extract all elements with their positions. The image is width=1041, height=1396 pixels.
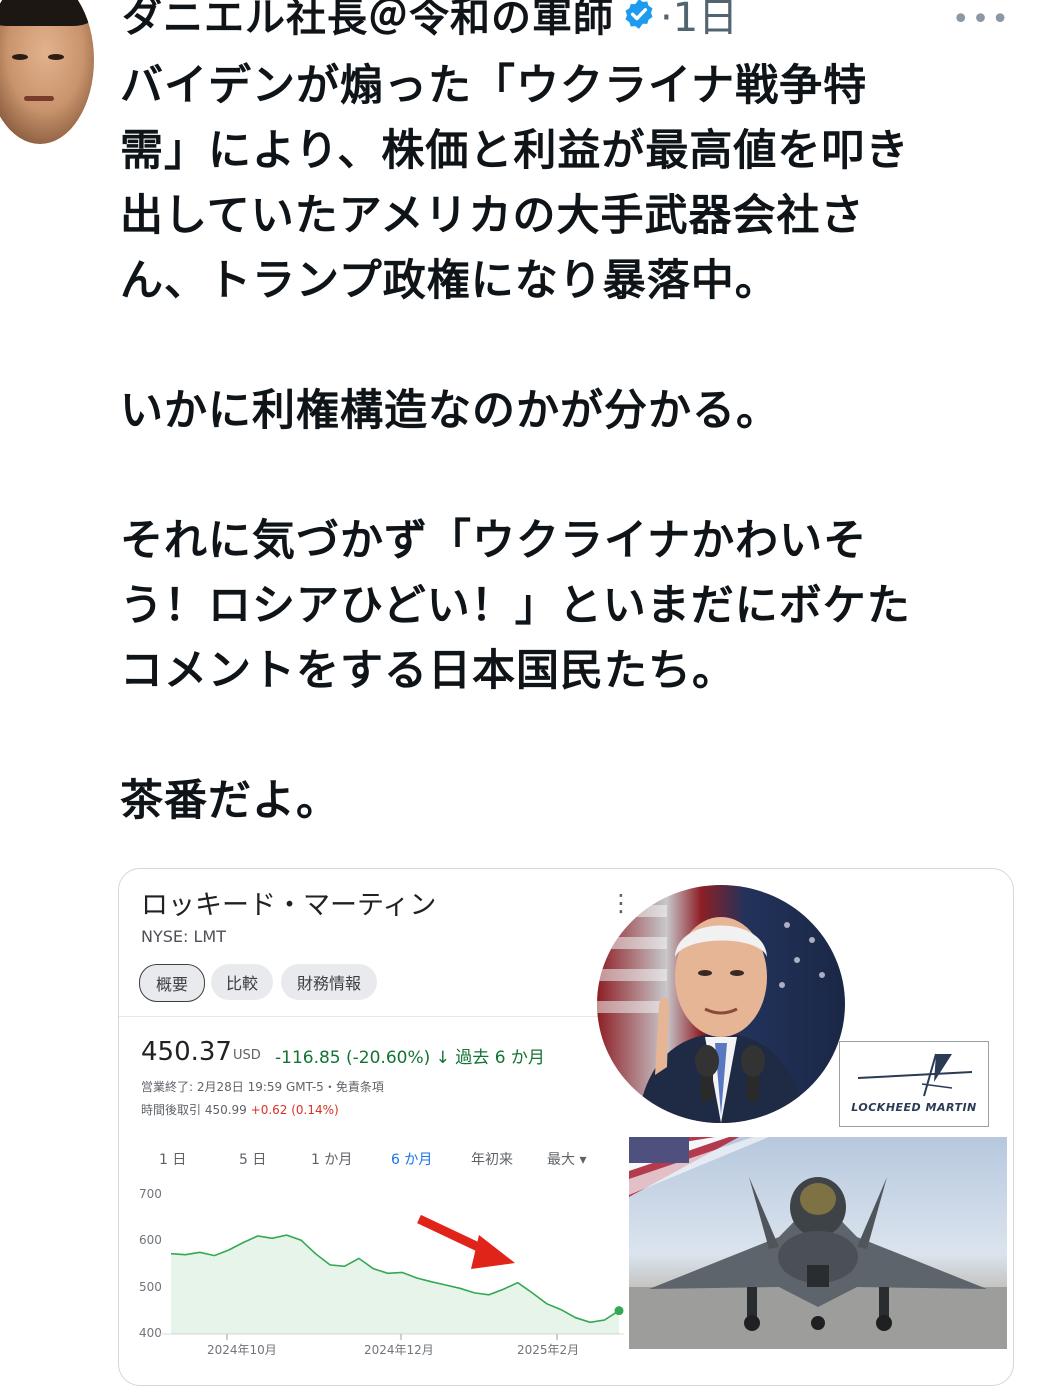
- tweet-header: ダニエル社長＠令和の軍師 ·1日: [122, 0, 738, 44]
- lockheed-martin-logo-text: LOCKHEED MARTIN: [851, 1101, 977, 1114]
- more-options-icon[interactable]: •••: [952, 2, 1011, 37]
- chart-area-fill: [171, 1235, 619, 1334]
- tweet-text: バイデンが煽った「ウクライナ戦争特 需」により、株価と利益が最高値を叩き 出して…: [120, 54, 1000, 834]
- tweet-line: 出していたアメリカの大手武器会社さ: [120, 191, 865, 241]
- tweet-line: それに気づかず「ウクライナかわいそ: [120, 516, 868, 566]
- author-name[interactable]: ダニエル社長＠令和の軍師: [122, 0, 614, 43]
- biden-photo: [597, 885, 845, 1123]
- avatar-eye: [12, 54, 28, 60]
- verified-badge-icon[interactable]: [622, 0, 656, 31]
- tweet-line: バイデンが煽った「ウクライナ戦争特: [120, 61, 868, 111]
- f35-jet-photo: [629, 1137, 1007, 1349]
- tweet-line: 茶番だよ。: [120, 776, 340, 826]
- tweet-line: いかに利権構造なのかが分かる。: [120, 386, 780, 436]
- tweet-timestamp[interactable]: ·1日: [660, 0, 738, 43]
- tweet-line: 需」により、株価と利益が最高値を叩き: [120, 126, 910, 176]
- tweet-media-image[interactable]: ロッキード・マーティン ⋮ NYSE: LMT 概要 比較 財務情報 450.3…: [118, 868, 1014, 1386]
- tweet-line: ん、トランプ政権になり暴落中。: [120, 256, 779, 306]
- tweet-line: コメントをする日本国民たち。: [120, 646, 736, 696]
- chart-current-dot: [614, 1306, 624, 1316]
- tweet-line: う！ロシアひどい！」といまだにボケた: [120, 581, 911, 631]
- avatar-hair: [0, 0, 94, 26]
- avatar-mouth: [24, 96, 54, 101]
- author-avatar[interactable]: [0, 0, 94, 144]
- annotation-arrow-icon: [417, 1214, 515, 1269]
- avatar-eye: [48, 54, 64, 60]
- lockheed-martin-logo: LOCKHEED MARTIN: [839, 1041, 989, 1127]
- annotation-arrow-head: [471, 1235, 515, 1269]
